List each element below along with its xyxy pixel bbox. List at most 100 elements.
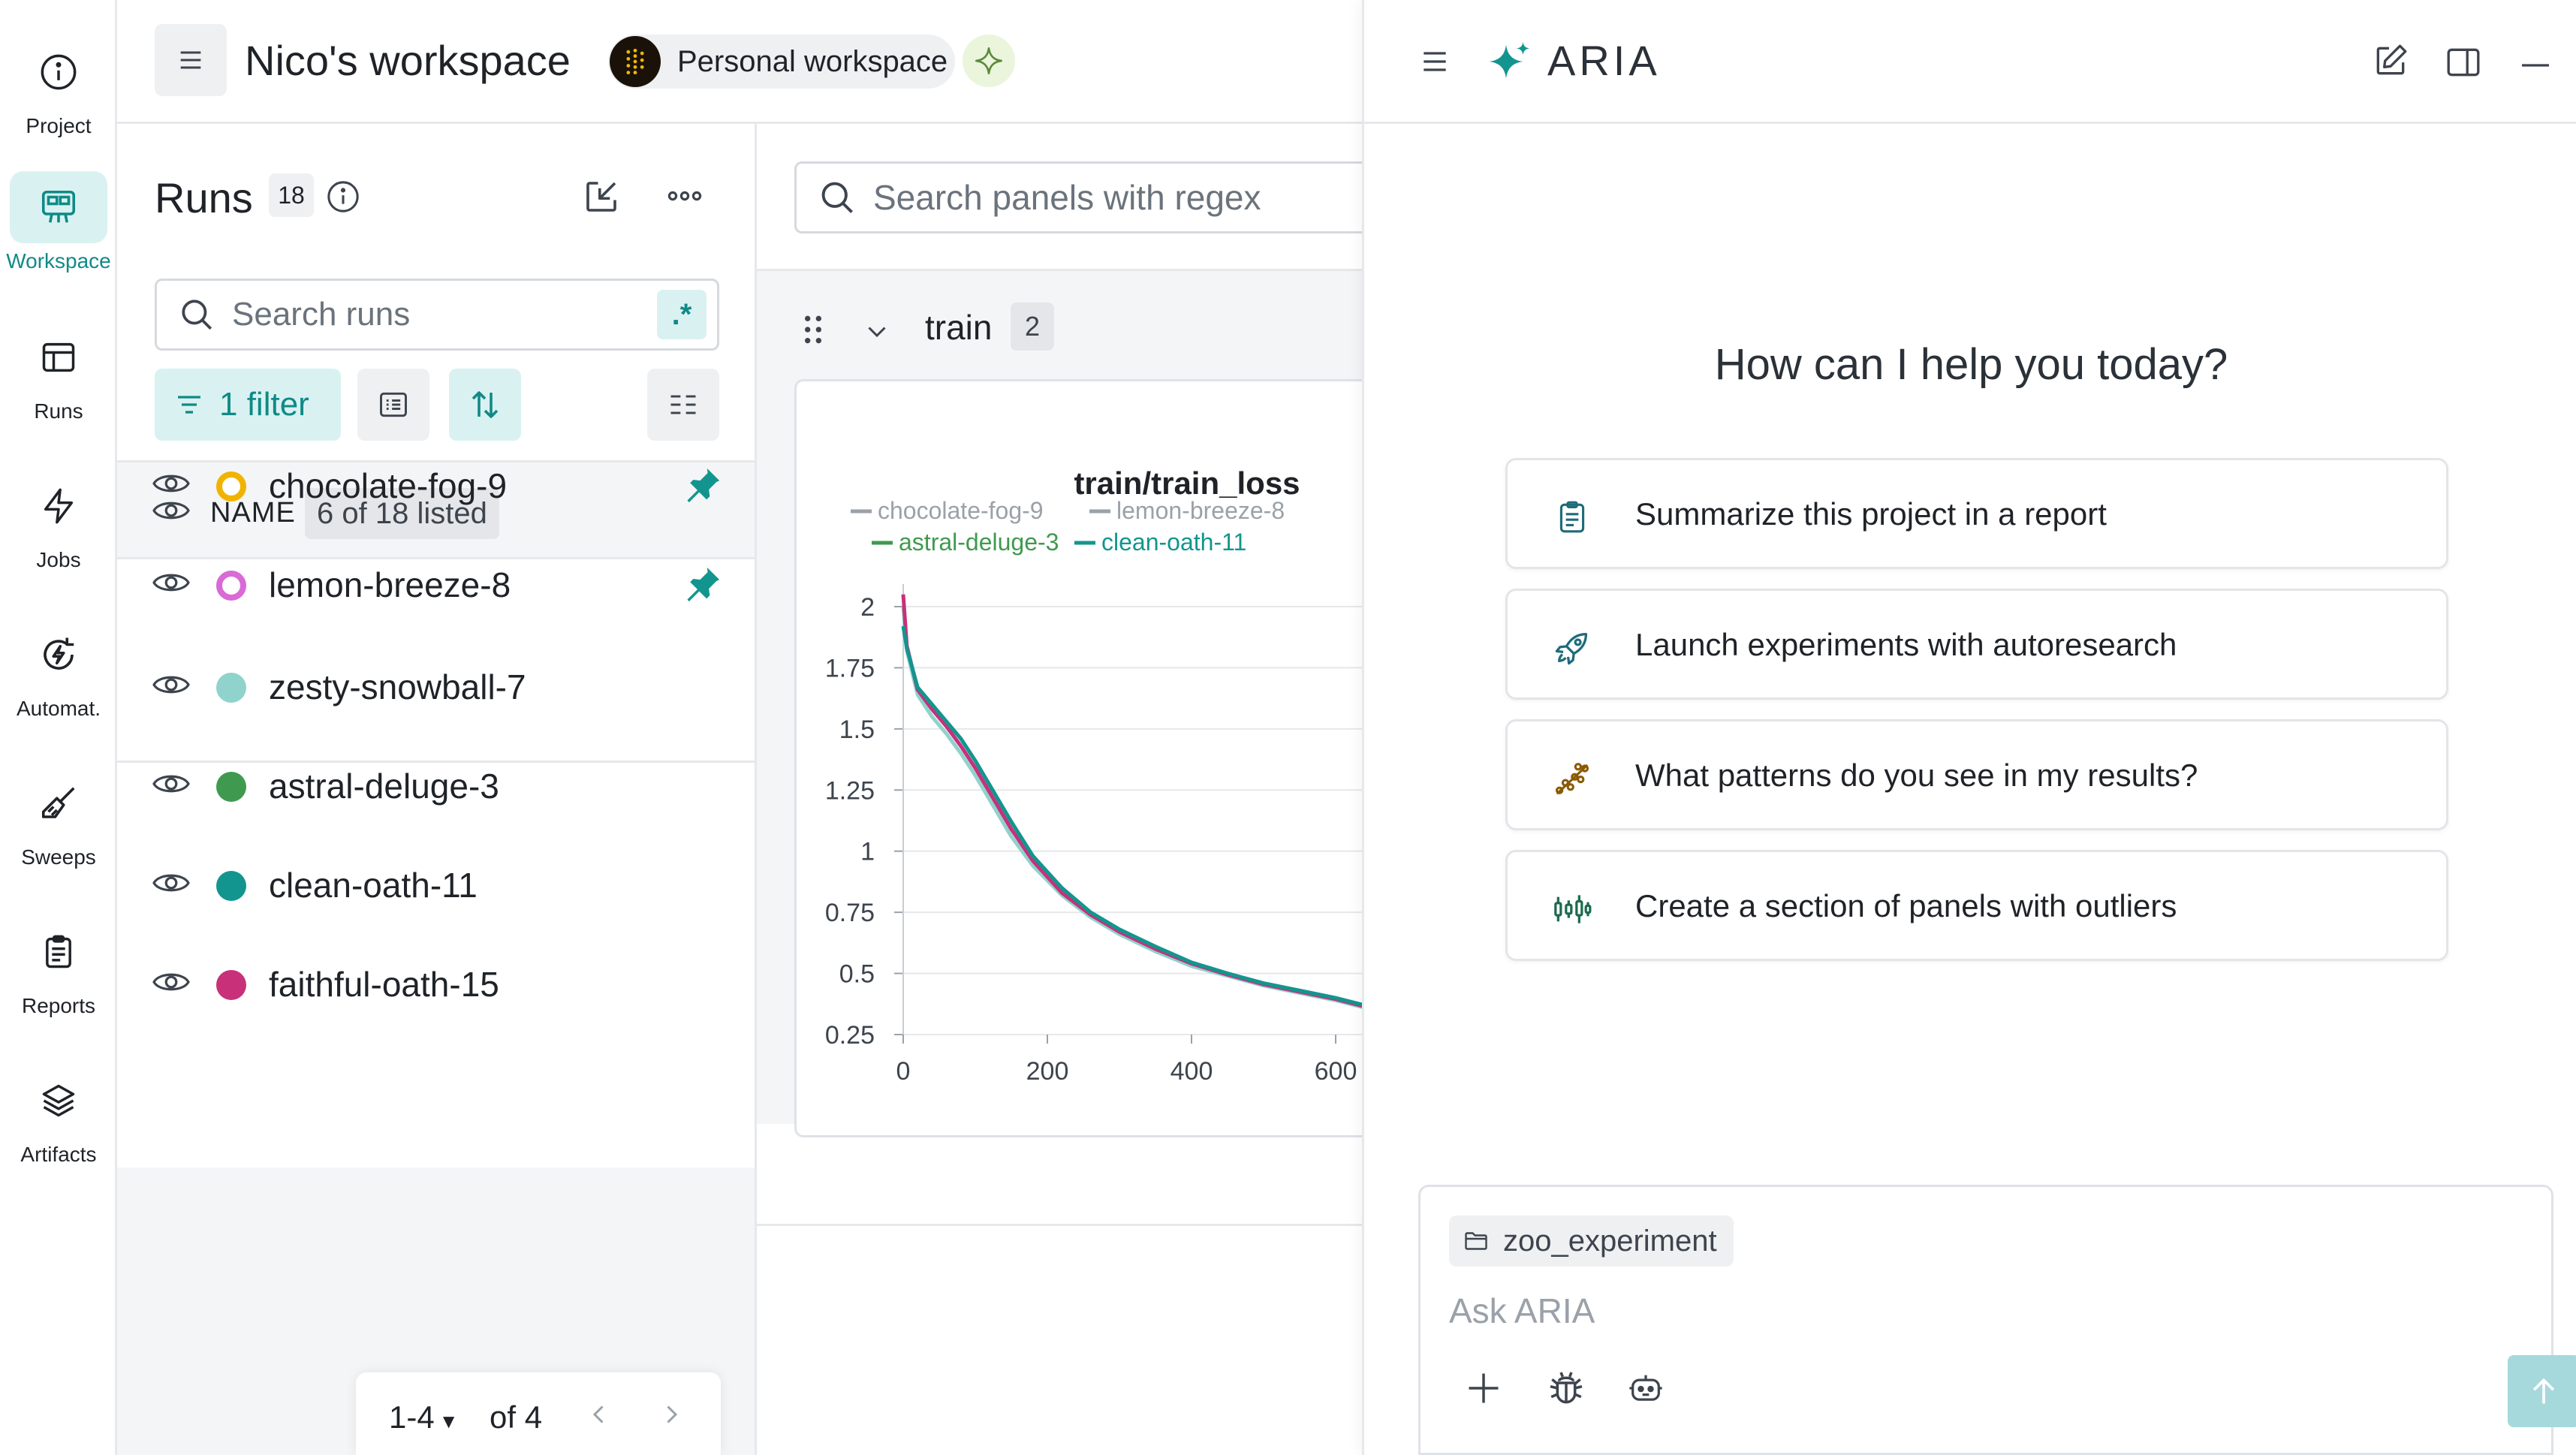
pin-icon[interactable] [682, 464, 724, 510]
run-row[interactable]: clean-oath-11 [117, 833, 755, 932]
run-color-dot[interactable] [216, 871, 246, 901]
eye-icon[interactable] [152, 868, 191, 902]
series-line-zesty-snowball-7[interactable] [901, 606, 1366, 1010]
chevron-down-icon[interactable] [863, 318, 890, 348]
suggestion-card[interactable]: Summarize this project in a report [1505, 458, 2448, 569]
suggestion-card[interactable]: Launch experiments with autoresearch [1505, 589, 2448, 700]
aria-header: ARIA [1364, 0, 2576, 124]
legend-label[interactable]: astral-deluge-3 [899, 529, 1059, 556]
legend-label[interactable]: chocolate-fog-9 [878, 497, 1044, 524]
new-chat-edit-icon[interactable] [2372, 42, 2409, 83]
panel-search-input[interactable]: Search panels with regex [794, 161, 1380, 233]
hamburger-icon[interactable] [1418, 45, 1451, 82]
run-row[interactable]: lemon-breeze-8 [117, 533, 755, 632]
run-name[interactable]: zesty-snowball-7 [269, 667, 526, 707]
pin-icon[interactable] [682, 563, 724, 609]
info-icon[interactable] [326, 179, 360, 218]
run-row[interactable]: astral-deluge-3 [117, 734, 755, 833]
chevron-right-icon[interactable] [658, 1401, 685, 1432]
eye-icon[interactable] [152, 670, 191, 703]
chevron-left-icon[interactable] [586, 1401, 613, 1432]
eye-icon[interactable] [152, 967, 191, 1001]
run-name[interactable]: faithful-oath-15 [269, 964, 499, 1005]
nav-item-workspace[interactable]: Workspace [0, 171, 117, 306]
y-tick-label: 1 [860, 838, 875, 866]
run-color-dot[interactable] [216, 772, 246, 802]
filter-button[interactable]: 1 filter [155, 369, 341, 441]
page-range-label: 1-4 [389, 1399, 435, 1435]
run-row[interactable]: chocolate-fog-9 [117, 434, 755, 533]
search-runs-input[interactable]: Search runs .* [155, 279, 719, 351]
filter-label: 1 filter [219, 386, 309, 423]
run-name[interactable]: clean-oath-11 [269, 865, 478, 905]
run-name[interactable]: astral-deluge-3 [269, 766, 499, 806]
workspace-header: Nico's workspace Personal workspace [117, 0, 1362, 124]
send-button[interactable] [2508, 1355, 2576, 1427]
sort-button[interactable] [449, 369, 521, 441]
nav-item-runs[interactable]: Runs [0, 321, 117, 456]
context-chip[interactable]: zoo_experiment [1449, 1216, 1734, 1267]
export-icon[interactable] [581, 176, 622, 221]
regex-toggle[interactable]: .* [657, 290, 707, 339]
more-options-icon[interactable] [665, 182, 704, 213]
nav-item-jobs[interactable]: Jobs [0, 470, 117, 605]
aria-title: ARIA [1547, 37, 1661, 84]
section-title[interactable]: train [925, 307, 992, 348]
rocket-icon [1533, 609, 1611, 687]
bug-icon[interactable] [1545, 1367, 1587, 1413]
run-color-dot[interactable] [216, 571, 246, 601]
sparkle-button[interactable] [963, 35, 1015, 87]
run-row[interactable]: faithful-oath-15 [117, 932, 755, 1032]
y-tick-label: 2 [860, 593, 875, 622]
run-name[interactable]: lemon-breeze-8 [269, 565, 511, 605]
nav-item-automations[interactable]: Automat. [0, 619, 117, 754]
x-tick-label: 0 [896, 1057, 911, 1086]
runs-count-badge: 18 [269, 173, 314, 217]
eye-icon[interactable] [152, 468, 191, 502]
x-tick-label: 600 [1315, 1057, 1357, 1086]
eye-icon[interactable] [152, 769, 191, 803]
robot-icon[interactable] [1626, 1369, 1665, 1411]
chart-panel[interactable]: train/train_loss chocolate-fog-9 lemon-br… [794, 379, 1367, 1137]
nav-item-project[interactable]: Project [0, 36, 117, 171]
y-tick-label: 1.5 [839, 715, 875, 744]
suggestion-card[interactable]: Create a section of panels with outliers [1505, 850, 2448, 961]
run-color-dot[interactable] [216, 673, 246, 703]
suggestion-text: Launch experiments with autoresearch [1635, 627, 2177, 662]
nav-label: Sweeps [21, 845, 96, 869]
workspace-logo-icon [610, 36, 661, 87]
chart-legend: chocolate-fog-9 lemon-breeze-8 astral-delu… [851, 497, 1285, 556]
aria-greeting: How can I help you today? [1714, 340, 2228, 389]
context-chip-label: zoo_experiment [1503, 1224, 1717, 1258]
runs-panel: Runs 18 Search runs .* 1 filter NAME 6 o… [117, 124, 757, 1455]
page-range-select[interactable]: 1-4 ▼ [389, 1399, 458, 1435]
series-line-clean-oath-11[interactable] [901, 625, 1366, 1008]
run-color-dot[interactable] [216, 471, 246, 502]
suggestion-text: Create a section of panels with outliers [1635, 888, 2177, 923]
workspace-switcher[interactable]: Personal workspace [608, 35, 955, 89]
minimize-icon[interactable] [2520, 59, 2550, 72]
broom-icon [10, 767, 107, 839]
ask-aria-input[interactable]: Ask ARIA [1449, 1291, 1595, 1331]
run-color-dot[interactable] [216, 970, 246, 1000]
pinned-divider [117, 761, 755, 763]
plus-icon[interactable] [1464, 1369, 1503, 1411]
drag-handle-icon[interactable] [802, 313, 824, 350]
table-icon [10, 321, 107, 393]
arrow-up-icon [2532, 1378, 2555, 1404]
suggestion-card[interactable]: What patterns do you see in my results? [1505, 719, 2448, 830]
run-name[interactable]: chocolate-fog-9 [269, 465, 507, 506]
run-row[interactable]: zesty-snowball-7 [117, 635, 755, 734]
legend-label[interactable]: clean-oath-11 [1101, 529, 1246, 556]
nav-item-reports[interactable]: Reports [0, 916, 117, 1051]
group-button[interactable] [357, 369, 429, 441]
eye-icon[interactable] [152, 568, 191, 601]
columns-button[interactable] [647, 369, 719, 441]
series-line-faithful-oath-15[interactable] [901, 594, 1366, 1008]
nav-item-artifacts[interactable]: Artifacts [0, 1065, 117, 1200]
layers-icon [10, 1065, 107, 1137]
legend-label[interactable]: lemon-breeze-8 [1116, 497, 1285, 524]
split-view-icon[interactable] [2444, 44, 2483, 85]
menu-button[interactable] [155, 24, 227, 96]
nav-item-sweeps[interactable]: Sweeps [0, 767, 117, 902]
